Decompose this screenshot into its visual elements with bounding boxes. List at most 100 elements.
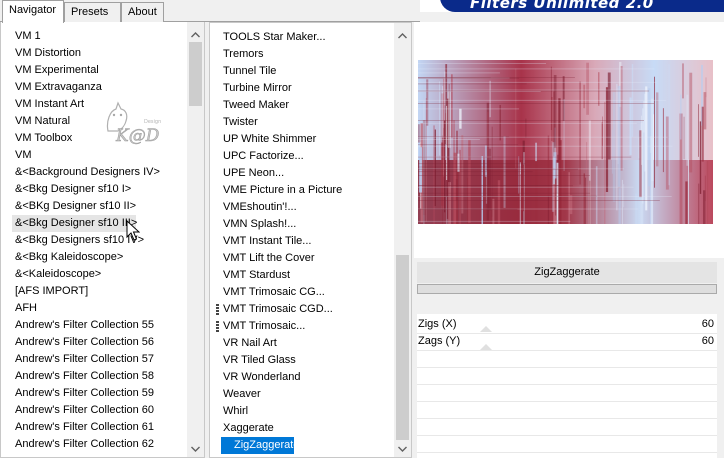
chevron-up-icon[interactable] bbox=[394, 27, 411, 44]
category-item[interactable]: Andrew's Filter Collection 58 bbox=[1, 368, 186, 385]
chevron-up-icon[interactable] bbox=[187, 26, 204, 43]
filter-list[interactable]: TOOLS Star Maker... Tremors Tunnel Tile Tur… bbox=[210, 29, 393, 454]
chevron-down-icon[interactable] bbox=[187, 440, 204, 457]
category-item[interactable]: &<Background Designers IV> bbox=[1, 164, 186, 181]
category-list[interactable]: VM 1 VM Distortion VM Experimental VM Extra… bbox=[1, 28, 186, 453]
param-row-zags[interactable]: Zags (Y) 60 bbox=[417, 333, 717, 350]
filter-item[interactable]: Tweed Maker bbox=[210, 97, 393, 114]
filter-item[interactable]: VMT Stardust bbox=[210, 267, 393, 284]
preview-streak bbox=[601, 122, 603, 160]
param-value[interactable]: 60 bbox=[702, 316, 714, 333]
category-item[interactable]: Andrew's Filter Collection 55 bbox=[1, 317, 186, 334]
category-item[interactable]: Andrew's Filter Collection 62 bbox=[1, 436, 186, 453]
preview-streak bbox=[535, 161, 538, 224]
category-item[interactable]: &<Bkg Designer sf10 I> bbox=[1, 181, 186, 198]
preview-streak bbox=[518, 156, 520, 194]
preview-streak bbox=[569, 195, 573, 215]
tab-presets[interactable]: Presets bbox=[64, 2, 121, 22]
param-value[interactable]: 60 bbox=[702, 333, 714, 350]
filter-item[interactable]: UP White Shimmer bbox=[210, 131, 393, 148]
preview-streak bbox=[515, 68, 517, 169]
filter-item[interactable]: Turbine Mirror bbox=[210, 80, 393, 97]
filter-item[interactable]: Xaggerate bbox=[210, 420, 393, 437]
app-title-banner: Filters Unlimited 2.0 bbox=[420, 0, 724, 12]
filter-item[interactable]: UPC Factorize... bbox=[210, 148, 393, 165]
filter-item[interactable]: Twister bbox=[210, 114, 393, 131]
divider bbox=[417, 435, 717, 436]
preview-line bbox=[418, 122, 637, 124]
filter-item[interactable]: VMT Trimosaic CGD... bbox=[210, 301, 393, 318]
category-item[interactable]: &<Bkg Designers sf10 IV> bbox=[1, 232, 186, 249]
filter-item[interactable]: TOOLS Star Maker... bbox=[210, 29, 393, 46]
category-item[interactable]: &<Kaleidoscope> bbox=[1, 266, 186, 283]
filter-item[interactable]: Weaver bbox=[210, 386, 393, 403]
category-item[interactable]: VM bbox=[1, 147, 186, 164]
category-scroll-thumb[interactable] bbox=[189, 42, 202, 106]
filter-item[interactable]: VMT Trimosaic... bbox=[210, 318, 393, 335]
filter-item[interactable]: Tunnel Tile bbox=[210, 63, 393, 80]
filter-item[interactable]: VMN Splash!... bbox=[210, 216, 393, 233]
param-row-zigs[interactable]: Zigs (X) 60 bbox=[417, 316, 717, 333]
preview-streak bbox=[641, 115, 643, 165]
preview-streak bbox=[704, 175, 706, 202]
filter-item[interactable]: Tremors bbox=[210, 46, 393, 63]
progress-bar bbox=[417, 284, 717, 294]
filter-item[interactable]: ZigZaggerate bbox=[221, 437, 299, 454]
preview-streak bbox=[492, 198, 495, 224]
filter-item[interactable]: VMT Trimosaic CG... bbox=[210, 284, 393, 301]
filter-item[interactable]: VR Tiled Glass bbox=[210, 352, 393, 369]
chevron-down-icon[interactable] bbox=[394, 440, 411, 457]
preview-streak bbox=[642, 108, 644, 204]
tab-about[interactable]: About bbox=[121, 2, 164, 22]
category-item[interactable]: Andrew's Filter Collection 60 bbox=[1, 402, 186, 419]
preview-streak bbox=[656, 92, 659, 167]
preview-line bbox=[418, 171, 533, 173]
preview-streak bbox=[620, 66, 623, 171]
filter-scroll-thumb[interactable] bbox=[396, 255, 409, 440]
category-item[interactable]: Andrew's Filter Collection 57 bbox=[1, 351, 186, 368]
filter-item[interactable]: VMT Instant Tile... bbox=[210, 233, 393, 250]
filter-item[interactable]: VR Nail Art bbox=[210, 335, 393, 352]
filter-item[interactable]: VMEshoutin'!... bbox=[210, 199, 393, 216]
preview-streak bbox=[499, 104, 501, 141]
preview-streak bbox=[442, 86, 444, 138]
preview-streak bbox=[583, 173, 585, 224]
preview-streak bbox=[461, 135, 464, 214]
category-item[interactable]: Andrew's Filter Collection 56 bbox=[1, 334, 186, 351]
preview-streak bbox=[618, 188, 621, 224]
preview-line bbox=[418, 185, 573, 187]
preview-line bbox=[418, 136, 668, 138]
filter-item[interactable]: VME Picture in a Picture bbox=[210, 182, 393, 199]
category-item[interactable]: &<Bkg Kaleidoscope> bbox=[1, 249, 186, 266]
preview-line bbox=[418, 103, 654, 104]
preview-streak bbox=[701, 106, 704, 162]
preview-streak bbox=[686, 94, 689, 166]
category-item[interactable]: Andrew's Filter Collection 61 bbox=[1, 419, 186, 436]
preview-streak bbox=[706, 161, 709, 224]
category-item[interactable]: VM Distortion bbox=[1, 45, 186, 62]
category-item[interactable]: [AFS IMPORT] bbox=[1, 283, 186, 300]
filter-item[interactable]: UPE Neon... bbox=[210, 165, 393, 182]
preview-image[interactable] bbox=[418, 60, 713, 224]
preview-line bbox=[418, 81, 657, 83]
category-item[interactable]: Andrew's Filter Collection 59 bbox=[1, 385, 186, 402]
slider-thumb-icon[interactable] bbox=[480, 326, 492, 332]
preview-line bbox=[418, 63, 546, 64]
category-item[interactable]: AFH bbox=[1, 300, 186, 317]
category-item[interactable]: VM Experimental bbox=[1, 62, 186, 79]
filter-item[interactable]: VMT Lift the Cover bbox=[210, 250, 393, 267]
preview-streak bbox=[699, 121, 702, 194]
preview-streak bbox=[665, 116, 669, 190]
tab-bar: Navigator Presets About bbox=[0, 0, 420, 23]
category-scrollbar[interactable] bbox=[187, 22, 204, 457]
preview-line bbox=[418, 72, 500, 74]
category-item[interactable]: &<BKg Designer sf10 II> bbox=[1, 198, 186, 215]
preview-streak bbox=[616, 83, 618, 211]
filter-scrollbar[interactable] bbox=[394, 23, 411, 457]
filter-item[interactable]: Whirl bbox=[210, 403, 393, 420]
filter-item[interactable]: VR Wonderland bbox=[210, 369, 393, 386]
category-item[interactable]: VM 1 bbox=[1, 28, 186, 45]
tab-navigator[interactable]: Navigator bbox=[2, 0, 64, 23]
category-item[interactable]: &<Bkg Designer sf10 III> bbox=[12, 215, 137, 232]
category-item[interactable]: VM Extravaganza bbox=[1, 79, 186, 96]
